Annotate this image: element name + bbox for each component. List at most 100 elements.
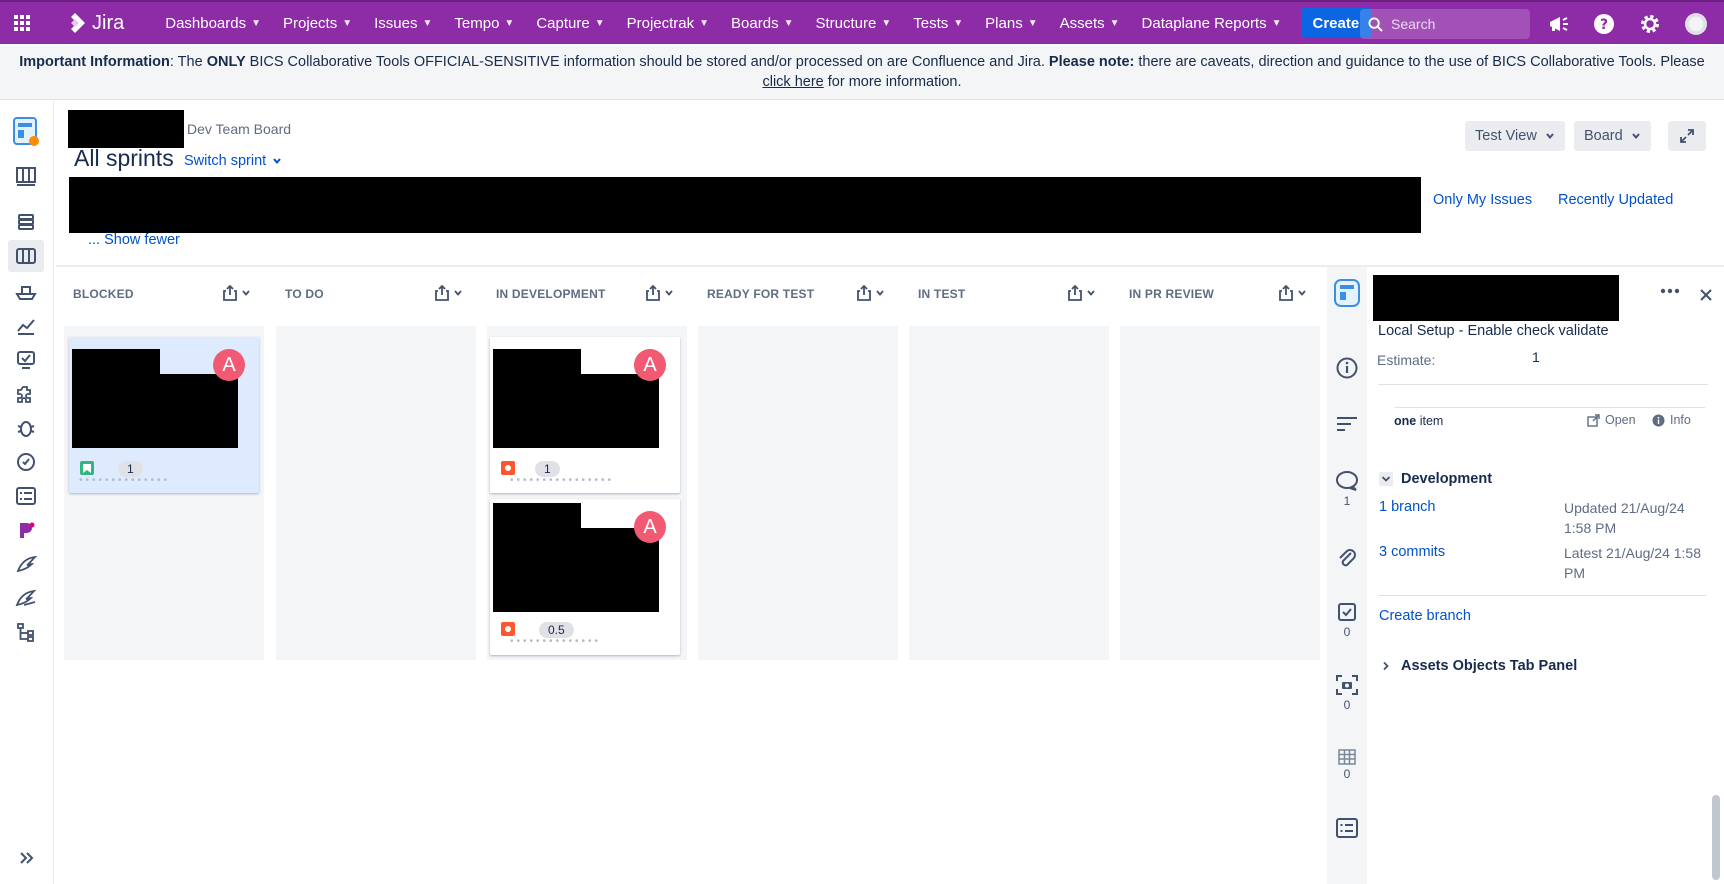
bug-icon[interactable] (8, 412, 44, 444)
column-body[interactable] (276, 326, 476, 660)
column-body[interactable] (698, 326, 898, 660)
issue-card[interactable]: A 1 •••••••••••••••• (490, 337, 680, 493)
share-icon (223, 285, 237, 301)
assignee-avatar[interactable]: A (213, 349, 245, 381)
structure-icon[interactable] (8, 616, 44, 648)
issue-card[interactable]: A 1 •••••••••••••• (69, 337, 259, 493)
column-share-menu[interactable] (646, 285, 674, 301)
issue-summary: Local Setup - Enable check validate (1378, 323, 1609, 339)
settings-gear-icon[interactable] (1637, 11, 1663, 37)
branch-link[interactable]: 1 branch (1379, 499, 1435, 515)
view-select-button[interactable]: Test View (1465, 121, 1565, 151)
test-plan-tab[interactable] (1327, 817, 1367, 839)
test-monitor-icon[interactable] (8, 344, 44, 376)
attachments-tab[interactable] (1327, 547, 1367, 569)
close-panel-button[interactable] (1700, 288, 1712, 306)
column-header: IN DEVELOPMENT (488, 285, 680, 315)
tests-tab[interactable]: 0 (1327, 749, 1367, 781)
app-switcher-button[interactable] (0, 3, 44, 43)
chevron-down-icon (665, 290, 673, 296)
search-box[interactable] (1360, 9, 1530, 39)
column-share-menu[interactable] (435, 285, 463, 301)
column-share-menu[interactable] (857, 285, 885, 301)
nav-item-tempo[interactable]: Tempo ▼ (443, 3, 525, 43)
nav-item-plans[interactable]: Plans ▼ (974, 3, 1048, 43)
expand-sidebar-icon[interactable] (8, 842, 44, 874)
development-section-toggle[interactable]: Development (1379, 471, 1492, 487)
projectrak-icon[interactable] (8, 514, 44, 546)
profile-avatar[interactable] (1683, 11, 1709, 37)
nav-item-assets[interactable]: Assets ▼ (1049, 3, 1131, 43)
details-tab[interactable] (1327, 357, 1367, 379)
share-icon (857, 285, 871, 301)
capture-tab[interactable]: 0 (1327, 674, 1367, 712)
column-body[interactable] (909, 326, 1109, 660)
jira-logo[interactable]: Jira (64, 12, 124, 35)
days-in-column-dots: •••••••••••••• (79, 475, 171, 486)
wing-icon[interactable] (8, 548, 44, 580)
filter-only-my-issues[interactable]: Only My Issues (1433, 192, 1532, 208)
nav-item-issues[interactable]: Issues ▼ (363, 3, 443, 43)
test-plan-icon[interactable] (8, 480, 44, 512)
assignee-avatar[interactable]: A (634, 349, 666, 381)
view-select-label: Test View (1475, 128, 1537, 144)
fullscreen-button[interactable] (1668, 121, 1706, 151)
nav-item-dashboards[interactable]: Dashboards ▼ (154, 3, 272, 43)
help-icon[interactable]: ? (1591, 11, 1617, 37)
commit-latest-line-1: Latest 21/Aug/24 1:58 (1564, 545, 1701, 561)
more-dots-icon (1660, 288, 1680, 294)
column-header: IN TEST (910, 285, 1102, 315)
checklist-tab[interactable]: 0 (1327, 601, 1367, 639)
chevron-down-icon (242, 290, 250, 296)
banner-please-note: Please note: (1048, 54, 1135, 70)
board-select-button[interactable]: Board (1574, 121, 1651, 151)
banner-text-3: there are caveats, direction and guidanc… (1134, 54, 1705, 70)
assets-section-toggle[interactable]: Assets Objects Tab Panel (1379, 658, 1577, 674)
nav-item-structure[interactable]: Structure ▼ (804, 3, 902, 43)
column-share-menu[interactable] (223, 285, 251, 301)
nav-item-tests[interactable]: Tests ▼ (902, 3, 974, 43)
column-share-menu[interactable] (1279, 285, 1307, 301)
comments-tab[interactable]: 1 (1327, 470, 1367, 508)
nav-item-capture[interactable]: Capture ▼ (525, 3, 615, 43)
detail-project-icon[interactable] (1327, 279, 1367, 309)
project-avatar-icon[interactable] (8, 114, 44, 150)
column-name: TO DO (285, 287, 324, 301)
section-divider (1378, 595, 1706, 596)
banner-click-here-link[interactable]: click here (762, 74, 823, 90)
reports-icon[interactable] (8, 310, 44, 342)
active-board-icon[interactable] (8, 240, 44, 272)
description-tab[interactable] (1327, 415, 1367, 433)
detail-tabs: 1 0 0 0 (1327, 267, 1367, 884)
show-fewer-link[interactable]: ... Show fewer (88, 232, 180, 248)
grid-icon (14, 15, 30, 31)
redacted-issue-summary (493, 374, 659, 448)
timer-icon[interactable] (8, 446, 44, 478)
info-link[interactable]: Info (1652, 413, 1691, 427)
wing-double-icon[interactable] (8, 582, 44, 614)
search-input[interactable] (1391, 16, 1521, 32)
banner-heading: Important Information (19, 54, 170, 70)
nav-item-projectrak[interactable]: Projectrak ▼ (616, 3, 720, 43)
nav-item-dataplane-reports[interactable]: Dataplane Reports ▼ (1131, 3, 1293, 43)
releases-icon[interactable] (8, 206, 44, 238)
nav-item-boards[interactable]: Boards ▼ (720, 3, 804, 43)
commits-link[interactable]: 3 commits (1379, 544, 1445, 560)
filter-recently-updated[interactable]: Recently Updated (1558, 192, 1673, 208)
column-body[interactable] (1120, 326, 1320, 660)
components-icon[interactable] (8, 378, 44, 410)
estimate-value[interactable]: 1 (1532, 349, 1540, 365)
jira-app: Jira Dashboards ▼ Projects ▼ Issues ▼ Tempo ▼ Ca… (0, 0, 1724, 884)
more-actions-button[interactable] (1660, 282, 1680, 300)
assignee-avatar[interactable]: A (634, 511, 666, 543)
create-branch-link[interactable]: Create branch (1379, 608, 1471, 624)
open-link[interactable]: Open (1587, 413, 1636, 427)
announcements-icon[interactable] (1545, 11, 1571, 37)
issue-card[interactable]: A 0.5 •••••••••••••• (490, 499, 680, 655)
column-share-menu[interactable] (1068, 285, 1096, 301)
nav-item-projects[interactable]: Projects ▼ (272, 3, 363, 43)
ship-icon[interactable] (8, 276, 44, 308)
detail-scrollbar-thumb[interactable] (1712, 795, 1720, 880)
switch-sprint-button[interactable]: Switch sprint (184, 153, 282, 169)
backlog-icon[interactable] (8, 160, 44, 192)
